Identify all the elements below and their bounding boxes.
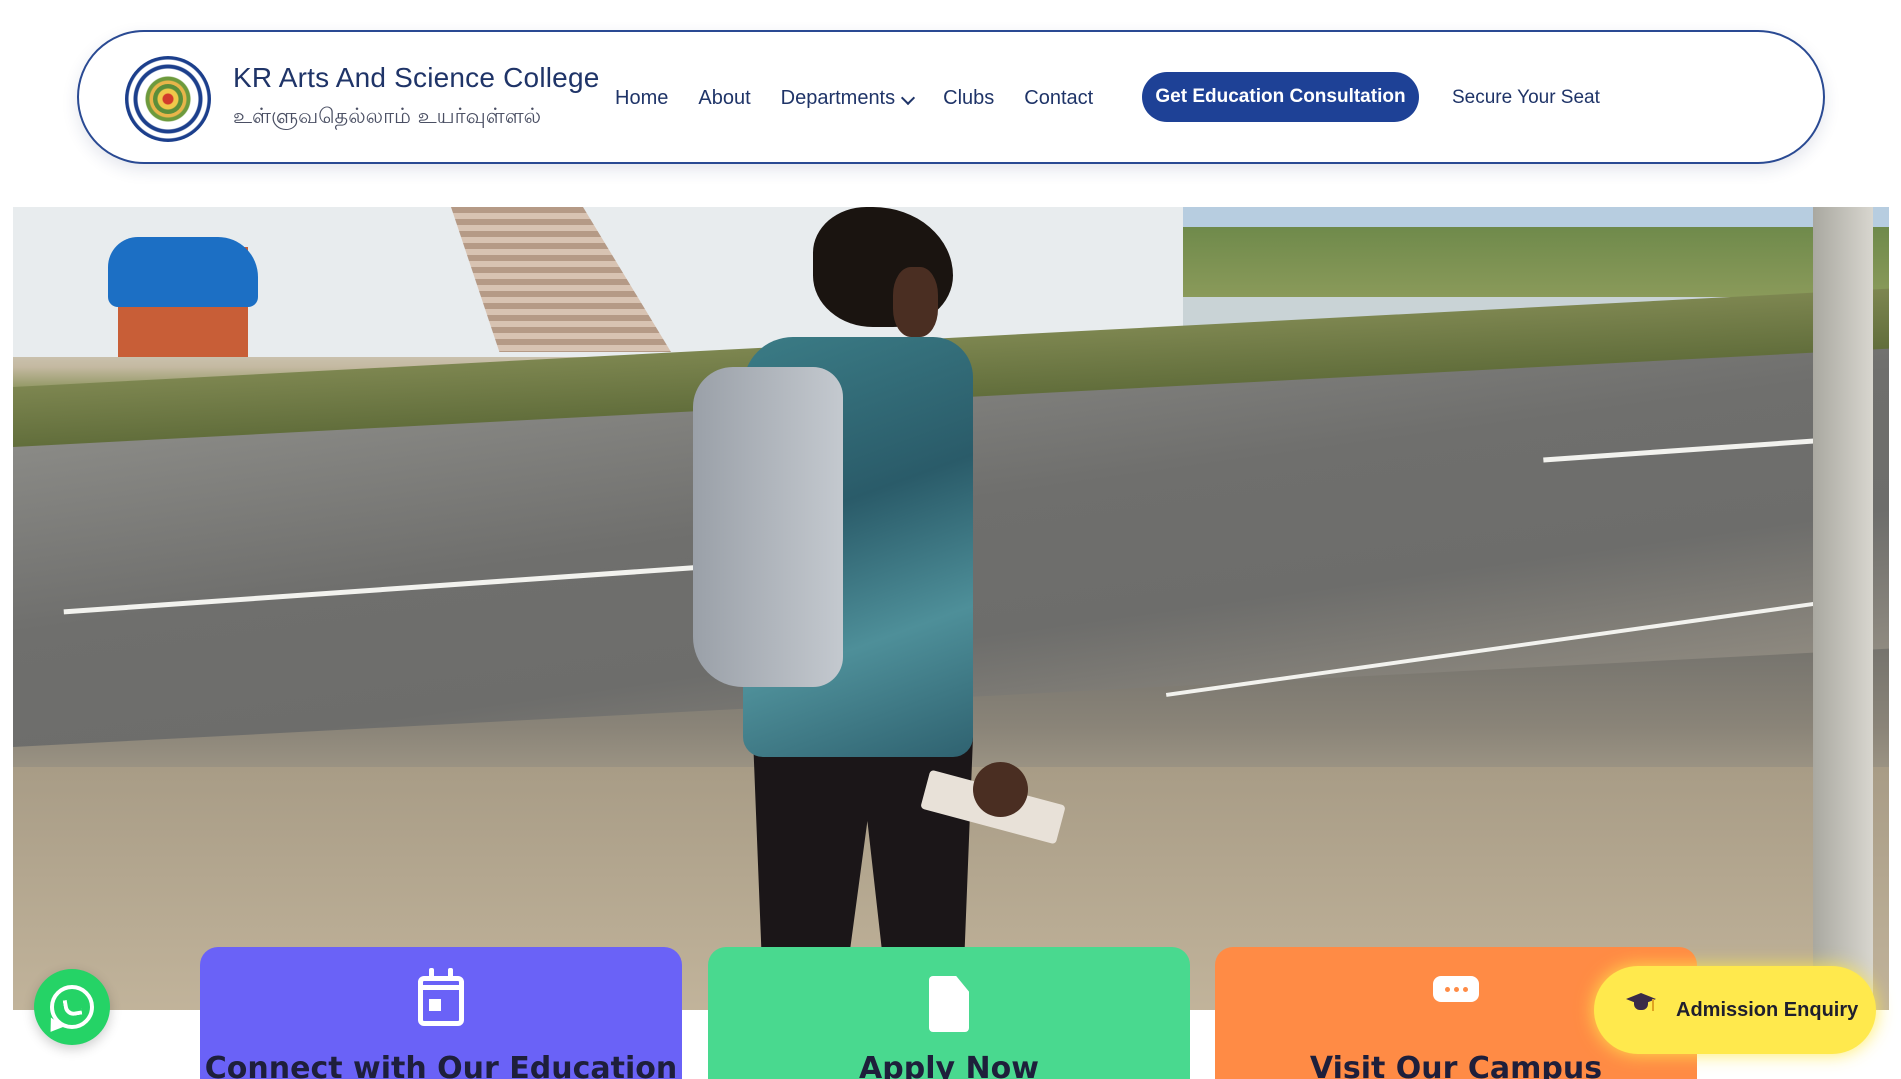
chat-icon: [1433, 976, 1479, 1002]
admission-enquiry-label: Admission Enquiry: [1676, 998, 1859, 1021]
admission-enquiry-button[interactable]: Admission Enquiry: [1594, 966, 1876, 1054]
nav-clubs-label: Clubs: [943, 87, 995, 109]
chevron-down-icon: [901, 90, 916, 105]
apply-card-title: Apply Now: [859, 1051, 1039, 1079]
nav-departments-label: Departments: [780, 87, 896, 109]
student-face: [893, 267, 938, 337]
document-icon: [929, 976, 969, 1032]
hero-trees: [1183, 227, 1889, 297]
nav-home-label: Home: [615, 87, 669, 109]
college-tagline: உள்ளுவதெல்லாம் உயர்வுள்ளல்: [233, 104, 542, 128]
graduation-cap-icon: [1626, 991, 1656, 1017]
whatsapp-icon: [50, 985, 94, 1029]
student-backpack: [693, 367, 843, 687]
visit-card-title: Visit Our Campus: [1309, 1051, 1603, 1079]
nav-about[interactable]: About: [698, 87, 750, 110]
college-name[interactable]: KR Arts And Science College: [233, 62, 600, 94]
nav-clubs[interactable]: Clubs: [943, 87, 994, 110]
whatsapp-button[interactable]: [34, 969, 110, 1045]
hero-pole: [1813, 207, 1873, 1010]
nav-contact-label: Contact: [1024, 87, 1094, 109]
main-nav: Home About Departments Clubs Contact: [615, 87, 1123, 110]
nav-departments[interactable]: Departments: [780, 87, 916, 110]
student-hand: [973, 762, 1028, 817]
college-seal-icon[interactable]: [125, 56, 211, 142]
calendar-icon: [418, 968, 464, 1026]
nav-contact[interactable]: Contact: [1024, 87, 1093, 110]
nav-home[interactable]: Home: [615, 87, 668, 110]
hero-tarp: [108, 237, 258, 307]
get-consultation-button[interactable]: Get Education Consultation: [1142, 72, 1419, 122]
nav-about-label: About: [698, 87, 751, 109]
connect-card-title: Connect with Our Education: [204, 1051, 678, 1079]
site-header: KR Arts And Science College உள்ளுவதெல்லா…: [77, 30, 1825, 164]
secure-seat-link[interactable]: Secure Your Seat: [1452, 87, 1600, 109]
hero-image: [13, 207, 1889, 1010]
apply-card[interactable]: Apply Now: [708, 947, 1190, 1079]
connect-card[interactable]: Connect with Our Education: [200, 947, 682, 1079]
